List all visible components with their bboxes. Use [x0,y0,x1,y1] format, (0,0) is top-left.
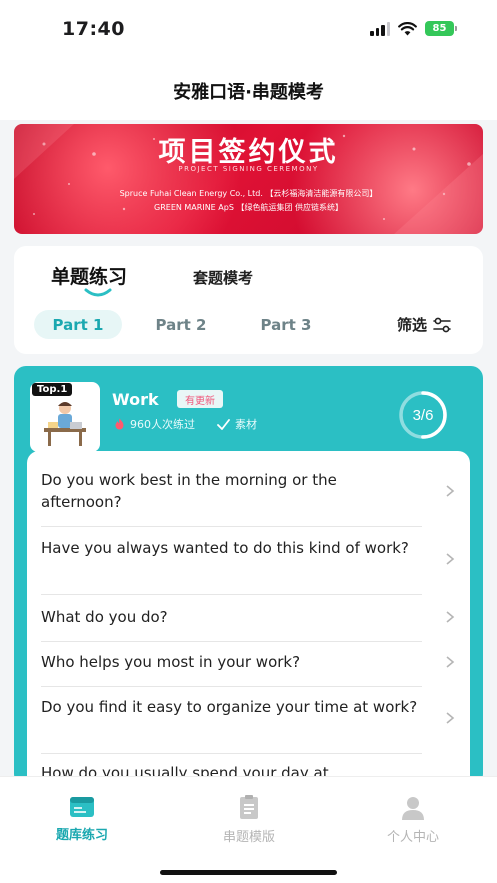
battery-icon: 85 [425,21,457,36]
question-text: What do you do? [41,608,168,626]
progress-text: 3/6 [413,407,434,424]
wifi-icon [398,21,417,35]
topic-name: Work [112,390,159,409]
question-text: Who helps you most in your work? [41,653,301,671]
filter-label: 筛选 [397,316,428,334]
tab-mock-exam[interactable]: 套题模考 [193,267,253,288]
document-icon [240,795,258,819]
person-icon [402,797,424,820]
tab-part-2[interactable]: Part 2 [142,310,220,339]
tab-part-1[interactable]: Part 1 [34,310,122,339]
question-text: Do you work best in the morning or the a… [41,471,337,511]
check-icon [217,418,230,430]
bottom-nav-question-bank[interactable]: 题库练习 [22,795,142,843]
home-indicator [160,870,337,875]
chevron-right-icon [446,611,455,623]
practice-count: 960人次练过 [130,418,195,431]
filter-icon [433,317,451,332]
chevron-right-icon [446,553,455,565]
question-text: Have you always wanted to do this kind o… [41,539,409,557]
page-title: 安雅口语·串题模考 [173,82,324,103]
question-text: Do you find it easy to organize your tim… [41,698,418,716]
chevron-right-icon [446,656,455,668]
top-rank-badge: Top.1 [32,383,73,396]
question-row[interactable]: What do you do? [41,606,455,642]
bottom-nav: 题库练习 串题模版 个人中心 [0,776,497,883]
bottom-nav-templates[interactable]: 串题模版 [189,795,309,845]
material-label: 素材 [235,418,257,431]
bottom-nav-label: 个人中心 [386,830,439,845]
book-icon [70,797,94,817]
promo-banner[interactable]: 项目签约仪式 PROJECT SIGNING CEREMONY Spruce F… [14,124,483,234]
banner-subtitle: PROJECT SIGNING CEREMONY [178,165,319,173]
bottom-nav-label: 题库练习 [55,828,108,843]
topic-meta: 960人次练过 素材 [114,416,257,432]
tab-part-3[interactable]: Part 3 [247,310,325,339]
progress-ring: 3/6 [399,391,447,439]
practice-tabs-card: 单题练习 套题模考 Part 1 Part 2 Part 3 筛选 [14,246,483,354]
bottom-nav-profile[interactable]: 个人中心 [353,795,473,845]
question-row[interactable]: Have you always wanted to do this kind o… [41,537,455,595]
banner-title: 项目签约仪式 [158,137,339,168]
signal-icon [370,21,390,36]
active-tab-indicator [84,288,112,297]
filter-button[interactable]: 筛选 [397,314,452,335]
question-list: Do you work best in the morning or the a… [27,451,470,781]
tab-single-practice[interactable]: 单题练习 [51,262,127,289]
question-row[interactable]: Do you find it easy to organize your tim… [41,696,455,754]
topic-thumbnail: Top.1 [30,382,100,452]
question-row[interactable]: Who helps you most in your work? [41,651,455,687]
status-icons: 85 [370,21,457,36]
question-row[interactable]: Do you work best in the morning or the a… [41,469,455,527]
banner-line-2: GREEN MARINE ApS 【绿色航运集团 供应链系统】 [154,203,343,212]
status-bar: 17:40 85 [0,0,497,62]
status-time: 17:40 [62,18,125,40]
battery-level: 85 [425,21,454,36]
chevron-right-icon [446,712,455,724]
flame-icon [115,418,124,430]
update-badge: 有更新 [177,390,223,408]
nav-bar: 安雅口语·串题模考 [0,62,497,120]
chevron-right-icon [446,485,455,497]
banner-line-1: Spruce Fuhai Clean Energy Co., Ltd. 【云杉福… [119,189,378,198]
bottom-nav-label: 串题模版 [222,830,275,845]
